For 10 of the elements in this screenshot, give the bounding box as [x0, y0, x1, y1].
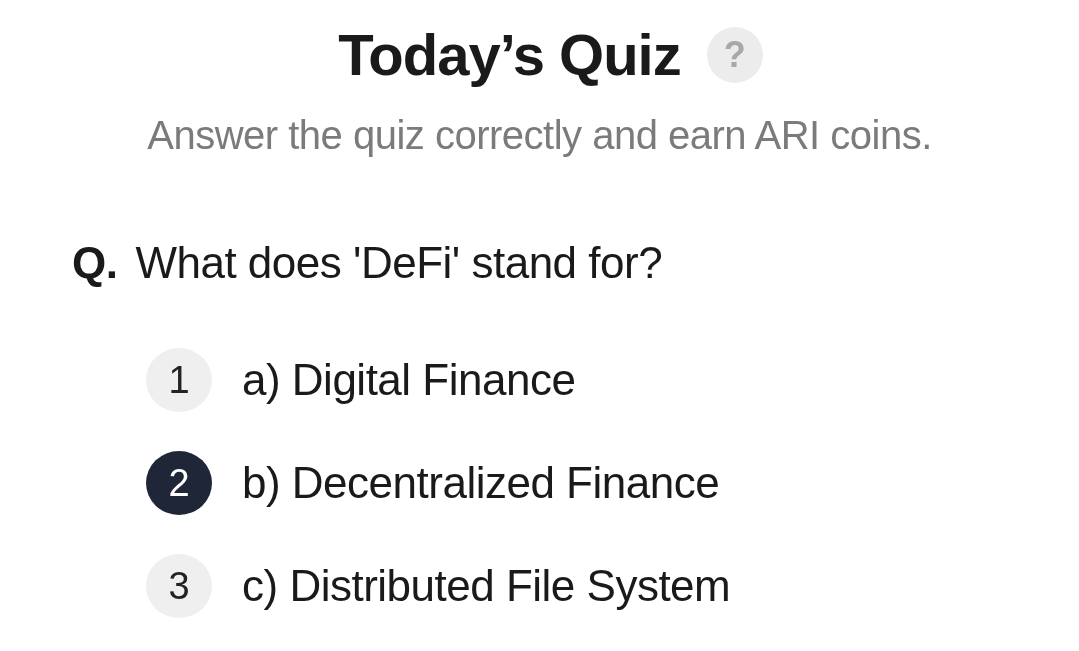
- option-label[interactable]: b) Decentralized Finance: [242, 456, 720, 510]
- option-label[interactable]: c) Distributed File System: [242, 559, 731, 613]
- option-number-badge[interactable]: 2: [146, 451, 212, 515]
- quiz-title: Today’s Quiz: [338, 21, 681, 89]
- option-number-badge[interactable]: 3: [146, 554, 212, 618]
- subtitle: Answer the quiz correctly and earn ARI coins.: [146, 112, 933, 159]
- question-text: What does 'DeFi' stand for?: [135, 237, 663, 289]
- option-number-badge[interactable]: 1: [146, 348, 212, 412]
- option-label[interactable]: a) Digital Finance: [242, 353, 576, 407]
- question-prefix: Q.: [72, 237, 118, 289]
